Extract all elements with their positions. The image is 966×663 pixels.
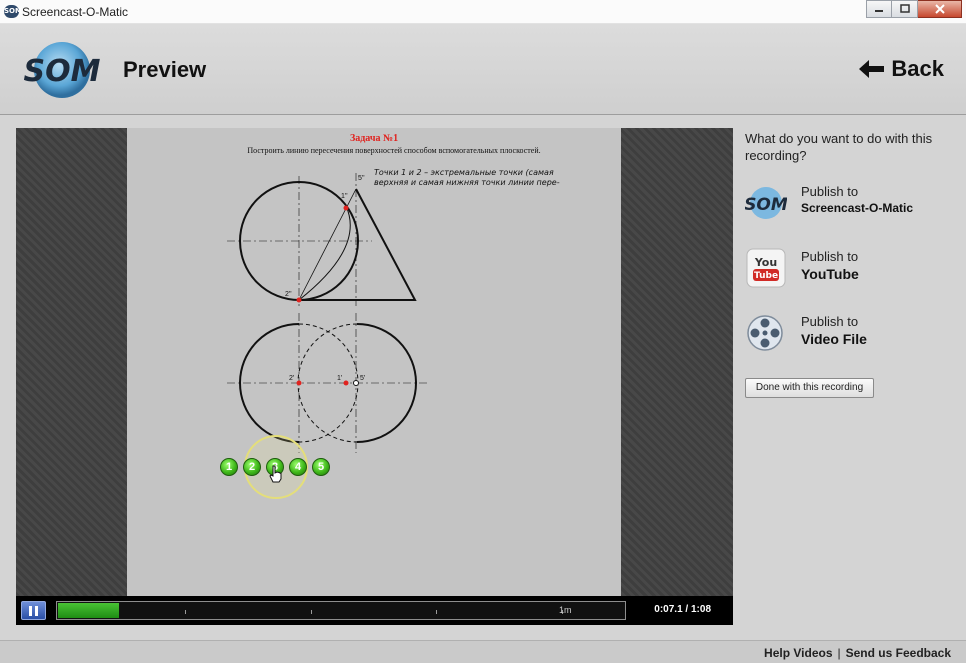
video-player: Задача №1 Построить линию пересечения по… xyxy=(16,128,733,625)
header: SOM Preview Back xyxy=(0,24,966,115)
publish-prompt: What do you want to do with this recordi… xyxy=(745,131,933,163)
som-logo-text: SOM xyxy=(24,54,101,89)
upper-label-1: 1'' xyxy=(341,193,348,200)
minimize-icon xyxy=(875,10,883,12)
done-button[interactable]: Done with this recording xyxy=(745,378,874,398)
youtube-icon-text-bottom: Tube xyxy=(754,271,778,281)
footer: Help Videos | Send us Feedback xyxy=(0,640,966,663)
option-line1: Publish to xyxy=(801,184,859,199)
publish-youtube-option[interactable]: You Tube Publish to YouTube xyxy=(745,247,955,291)
maximize-icon xyxy=(899,4,910,13)
page-title: Preview xyxy=(123,57,207,82)
lower-label-5: 5' xyxy=(360,375,365,382)
recording-slide: Задача №1 Построить линию пересечения по… xyxy=(127,128,621,596)
lower-point-2 xyxy=(296,380,302,386)
step-button-1[interactable]: 1 xyxy=(220,458,238,476)
upper-label-5: 5'' xyxy=(358,175,365,182)
close-icon xyxy=(934,4,945,14)
video-frame: Задача №1 Построить линию пересечения по… xyxy=(16,128,733,596)
pause-icon-bar-left xyxy=(29,605,32,616)
option-line2: Video File xyxy=(801,331,867,347)
publish-video-file-option[interactable]: Publish to Video File xyxy=(745,312,955,356)
step-button-2[interactable]: 2 xyxy=(243,458,261,476)
help-videos-link[interactable]: Help Videos xyxy=(764,646,832,660)
lower-view xyxy=(227,313,427,453)
window-titlebar: SOM Screencast-O-Matic xyxy=(0,0,966,24)
total-time: 1:08 xyxy=(690,604,711,615)
send-feedback-link[interactable]: Send us Feedback xyxy=(846,646,951,660)
footer-links: Help Videos | Send us Feedback xyxy=(764,646,951,660)
upper-point-2 xyxy=(296,297,302,303)
geometry-drawing: 5'' 1'' 2'' 2' 1' 5' xyxy=(227,173,427,453)
progress-fill xyxy=(58,603,119,618)
youtube-icon: You Tube xyxy=(746,248,786,288)
upper-label-2: 2'' xyxy=(285,291,292,298)
publish-screencast-o-matic-option[interactable]: SOM Publish to Screencast-O-Matic xyxy=(745,182,955,226)
hand-cursor-icon xyxy=(269,465,282,483)
upper-construction-line xyxy=(298,188,357,301)
upper-point-1 xyxy=(343,205,349,211)
window-controls xyxy=(866,0,962,18)
close-button[interactable] xyxy=(918,0,962,18)
progress-tick xyxy=(311,610,312,614)
maximize-button[interactable] xyxy=(892,0,918,18)
film-reel-icon xyxy=(747,315,783,351)
lower-label-2: 2' xyxy=(289,375,294,382)
progress-tick xyxy=(436,610,437,614)
option-line2: Screencast-O-Matic xyxy=(801,201,914,215)
publish-panel: What do you want to do with this recordi… xyxy=(745,130,955,398)
app-icon: SOM xyxy=(4,5,22,18)
lower-label-1: 1' xyxy=(337,375,342,382)
lower-point-5 xyxy=(353,380,359,386)
step-button-5[interactable]: 5 xyxy=(312,458,330,476)
pause-button[interactable] xyxy=(21,601,46,620)
arrow-left-icon xyxy=(859,60,885,78)
youtube-icon-text-top: You xyxy=(754,256,777,269)
option-line2: YouTube xyxy=(801,266,859,282)
pause-icon-bar-right xyxy=(35,605,38,616)
progress-tick xyxy=(185,610,186,614)
current-time: 0:07.1 xyxy=(654,604,683,615)
option-line1: Publish to xyxy=(801,314,859,329)
option-line1: Publish to xyxy=(801,249,859,264)
som-logo-icon: SOM xyxy=(745,187,787,219)
window-title: Screencast-O-Matic xyxy=(22,5,129,19)
player-controls: 1m 0:07.1 / 1:08 xyxy=(16,596,733,625)
footer-separator: | xyxy=(837,646,841,660)
back-button[interactable]: Back xyxy=(857,56,944,82)
lower-point-1 xyxy=(343,380,349,386)
step-button-4[interactable]: 4 xyxy=(289,458,307,476)
som-logo: SOM xyxy=(24,42,101,98)
time-readout: 0:07.1 / 1:08 xyxy=(654,604,711,615)
main-area: Задача №1 Построить линию пересечения по… xyxy=(0,116,966,640)
back-label: Back xyxy=(891,56,944,81)
progress-tick-label: 1m xyxy=(559,605,572,615)
minimize-button[interactable] xyxy=(866,0,892,18)
upper-view xyxy=(227,173,417,306)
progress-bar[interactable]: 1m xyxy=(56,601,626,620)
time-separator: / xyxy=(685,604,689,615)
som-icon-text: SOM xyxy=(745,195,787,215)
